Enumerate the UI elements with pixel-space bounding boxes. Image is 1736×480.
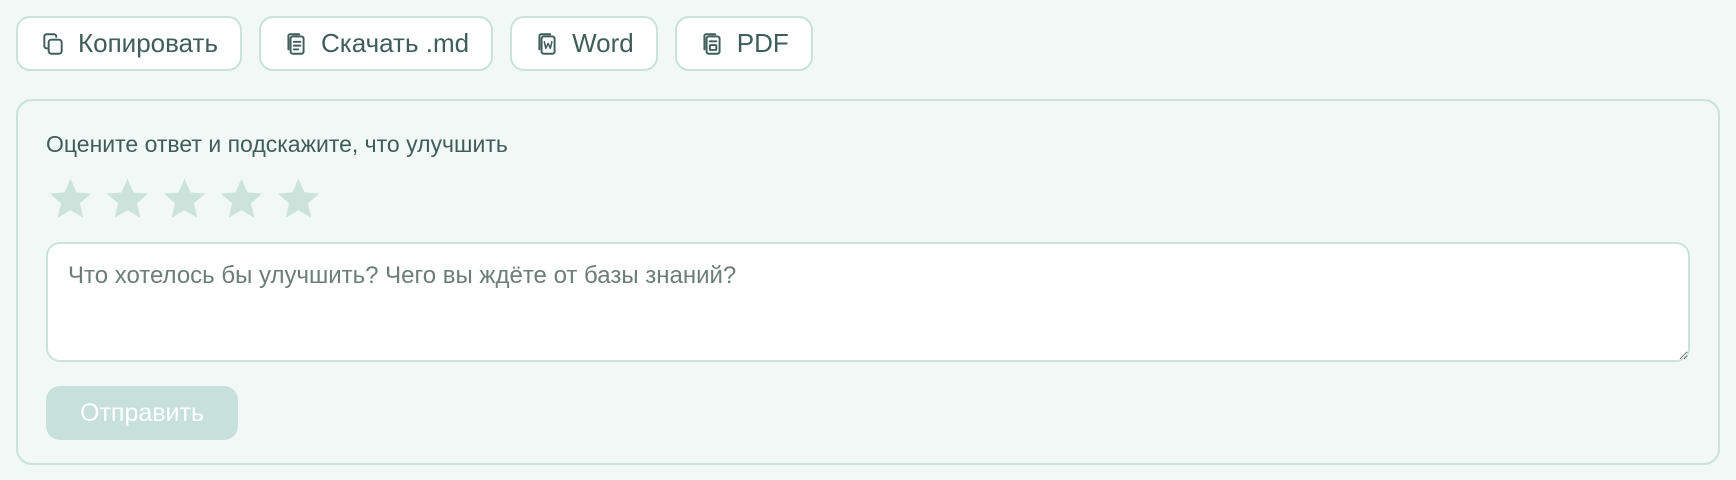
- copy-icon: [40, 31, 66, 57]
- star-icon: [106, 178, 149, 218]
- download-md-label: Скачать .md: [321, 28, 470, 58]
- feedback-panel: Оцените ответ и подскажите, что улучшить…: [16, 99, 1720, 465]
- export-word-label: Word: [572, 28, 634, 58]
- star-rating: [46, 175, 323, 224]
- export-word-button[interactable]: Word: [510, 16, 658, 71]
- submit-feedback-button[interactable]: Отправить: [46, 386, 238, 440]
- feedback-title: Оцените ответ и подскажите, что улучшить: [46, 131, 508, 157]
- star-2[interactable]: [103, 175, 152, 224]
- markdown-file-icon: [283, 31, 309, 57]
- copy-button-label: Копировать: [78, 28, 218, 58]
- star-icon: [277, 178, 320, 218]
- star-icon: [163, 178, 206, 218]
- star-5[interactable]: [274, 175, 323, 224]
- copy-button[interactable]: Копировать: [16, 16, 242, 71]
- export-pdf-button[interactable]: PDF: [674, 16, 813, 71]
- feedback-comment-input[interactable]: [46, 242, 1690, 362]
- export-toolbar: Копировать Скачать .md Word PDF: [16, 16, 813, 71]
- pdf-file-icon: [699, 31, 725, 57]
- star-3[interactable]: [160, 175, 209, 224]
- download-md-button[interactable]: Скачать .md: [259, 16, 494, 71]
- star-1[interactable]: [46, 175, 95, 224]
- word-file-icon: [534, 31, 560, 57]
- star-icon: [49, 178, 92, 218]
- star-icon: [220, 178, 263, 218]
- export-pdf-label: PDF: [736, 28, 789, 58]
- star-4[interactable]: [217, 175, 266, 224]
